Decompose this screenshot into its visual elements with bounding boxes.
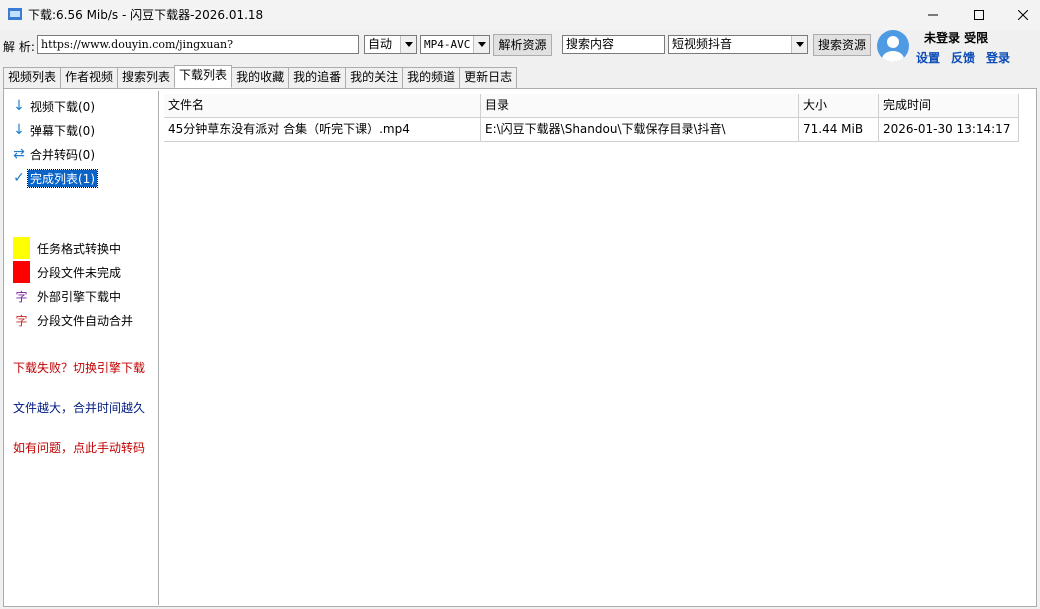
legend-item: 分段文件未完成 [13, 261, 121, 283]
table-header: 文件名 目录 大小 完成时间 [164, 94, 1019, 118]
sidebar-item-danmaku-download[interactable]: ↓ 弹幕下载(0) [10, 121, 97, 139]
merge-time-note: 文件越大，合并时间越久 [13, 401, 146, 415]
tab-my-anime[interactable]: 我的追番 [288, 67, 347, 88]
arrow-down-icon: ↓ [13, 122, 25, 138]
legend-item: 任务格式转换中 [13, 237, 121, 259]
download-sidebar: ↓ 视频下载(0) ↓ 弹幕下载(0) ⇄ 合并转码(0) ✓ 完成列表(1) … [6, 91, 159, 605]
tab-bar: 视频列表 作者视频 搜索列表 下载列表 我的收藏 我的追番 我的关注 我的频道 … [3, 65, 518, 88]
cell-completed-time: 2026-01-30 13:14:17 [879, 118, 1019, 142]
platform-select-value: 短视频抖音 [672, 37, 733, 51]
download-panel: ↓ 视频下载(0) ↓ 弹幕下载(0) ⇄ 合并转码(0) ✓ 完成列表(1) … [3, 88, 1037, 607]
tab-my-follows[interactable]: 我的关注 [345, 67, 404, 88]
title-bar: 下载:6.56 Mib/s - 闪豆下载器-2026.01.18 [0, 0, 1040, 30]
swap-icon: ⇄ [13, 146, 25, 162]
sidebar-item-label: 合并转码(0) [30, 147, 95, 162]
login-status: 未登录 受限 [924, 31, 989, 45]
minimize-button[interactable] [910, 0, 956, 30]
settings-link[interactable]: 设置 [916, 49, 940, 66]
sidebar-item-completed-list[interactable]: ✓ 完成列表(1) [10, 168, 98, 188]
switch-engine-link[interactable]: 下载失败？切换引擎下载 [13, 359, 145, 376]
format-select[interactable]: MP4-AVC [420, 35, 490, 54]
red-swatch [13, 261, 30, 283]
cell-size: 71.44 MiB [799, 118, 879, 142]
chevron-down-icon[interactable] [400, 36, 416, 53]
check-icon: ✓ [13, 170, 25, 186]
cell-directory: E:\闪豆下载器\Shandou\下载保存目录\抖音\ [481, 118, 799, 142]
tab-video-list[interactable]: 视频列表 [3, 67, 62, 88]
parse-resource-button[interactable]: 解析资源 [493, 34, 552, 56]
tab-my-favorites[interactable]: 我的收藏 [231, 67, 290, 88]
cell-filename: 45分钟草东没有派对 合集（听完下课）.mp4 [164, 118, 481, 142]
login-link[interactable]: 登录 [986, 49, 1010, 66]
chevron-down-icon[interactable] [791, 36, 807, 53]
maximize-button[interactable] [956, 0, 1002, 30]
quality-select[interactable]: 自动 [364, 35, 417, 54]
close-button[interactable] [1000, 0, 1040, 30]
tab-my-channels[interactable]: 我的频道 [402, 67, 461, 88]
sidebar-item-label: 完成列表(1) [27, 168, 98, 188]
column-size[interactable]: 大小 [799, 94, 879, 118]
close-icon [1018, 10, 1028, 20]
legend-label: 分段文件自动合并 [37, 313, 134, 328]
url-input[interactable]: https://www.douyin.com/jingxuan? [37, 35, 359, 54]
legend-label: 分段文件未完成 [37, 265, 122, 280]
sidebar-item-label: 视频下载(0) [30, 99, 95, 114]
char-icon: 字 [15, 289, 28, 304]
column-directory[interactable]: 目录 [481, 94, 799, 118]
search-resource-button[interactable]: 搜索资源 [813, 34, 871, 56]
window-title: 下载:6.56 Mib/s - 闪豆下载器-2026.01.18 [28, 8, 264, 22]
legend-item: 字 分段文件自动合并 [13, 309, 133, 331]
legend-label: 外部引擎下载中 [37, 289, 122, 304]
sidebar-item-label: 弹幕下载(0) [30, 123, 95, 138]
avatar[interactable] [877, 30, 909, 62]
minimize-icon [928, 14, 938, 16]
format-select-value: MP4-AVC [424, 38, 471, 51]
parse-label: 解 析: [3, 40, 35, 54]
quality-select-value: 自动 [368, 37, 393, 51]
table-row[interactable]: 45分钟草东没有派对 合集（听完下课）.mp4 E:\闪豆下载器\Shandou… [164, 118, 1019, 142]
app-icon [8, 8, 22, 20]
tab-search-list[interactable]: 搜索列表 [117, 67, 176, 88]
sidebar-item-merge-transcode[interactable]: ⇄ 合并转码(0) [10, 145, 97, 163]
legend-item: 字 外部引擎下载中 [13, 285, 121, 307]
chevron-down-icon[interactable] [473, 36, 489, 53]
tab-download-list[interactable]: 下载列表 [174, 65, 233, 88]
platform-select[interactable]: 短视频抖音 [668, 35, 808, 54]
search-input[interactable]: 搜索内容 [562, 35, 665, 54]
column-filename[interactable]: 文件名 [164, 94, 481, 118]
char-icon: 字 [15, 313, 28, 328]
user-icon [882, 36, 904, 62]
legend-label: 任务格式转换中 [37, 241, 122, 256]
sidebar-item-video-download[interactable]: ↓ 视频下载(0) [10, 97, 97, 115]
feedback-link[interactable]: 反馈 [951, 49, 975, 66]
tab-author-videos[interactable]: 作者视频 [60, 67, 119, 88]
arrow-down-icon: ↓ [13, 98, 25, 114]
column-completed-time[interactable]: 完成时间 [879, 94, 1019, 118]
completed-table: 文件名 目录 大小 完成时间 45分钟草东没有派对 合集（听完下课）.mp4 E… [164, 94, 1019, 142]
manual-transcode-link[interactable]: 如有问题，点此手动转码 [13, 439, 145, 456]
yellow-swatch [13, 237, 30, 259]
maximize-icon [974, 10, 984, 20]
tab-changelog[interactable]: 更新日志 [459, 67, 518, 88]
user-links: 设置 反馈 登录 [916, 49, 1010, 66]
